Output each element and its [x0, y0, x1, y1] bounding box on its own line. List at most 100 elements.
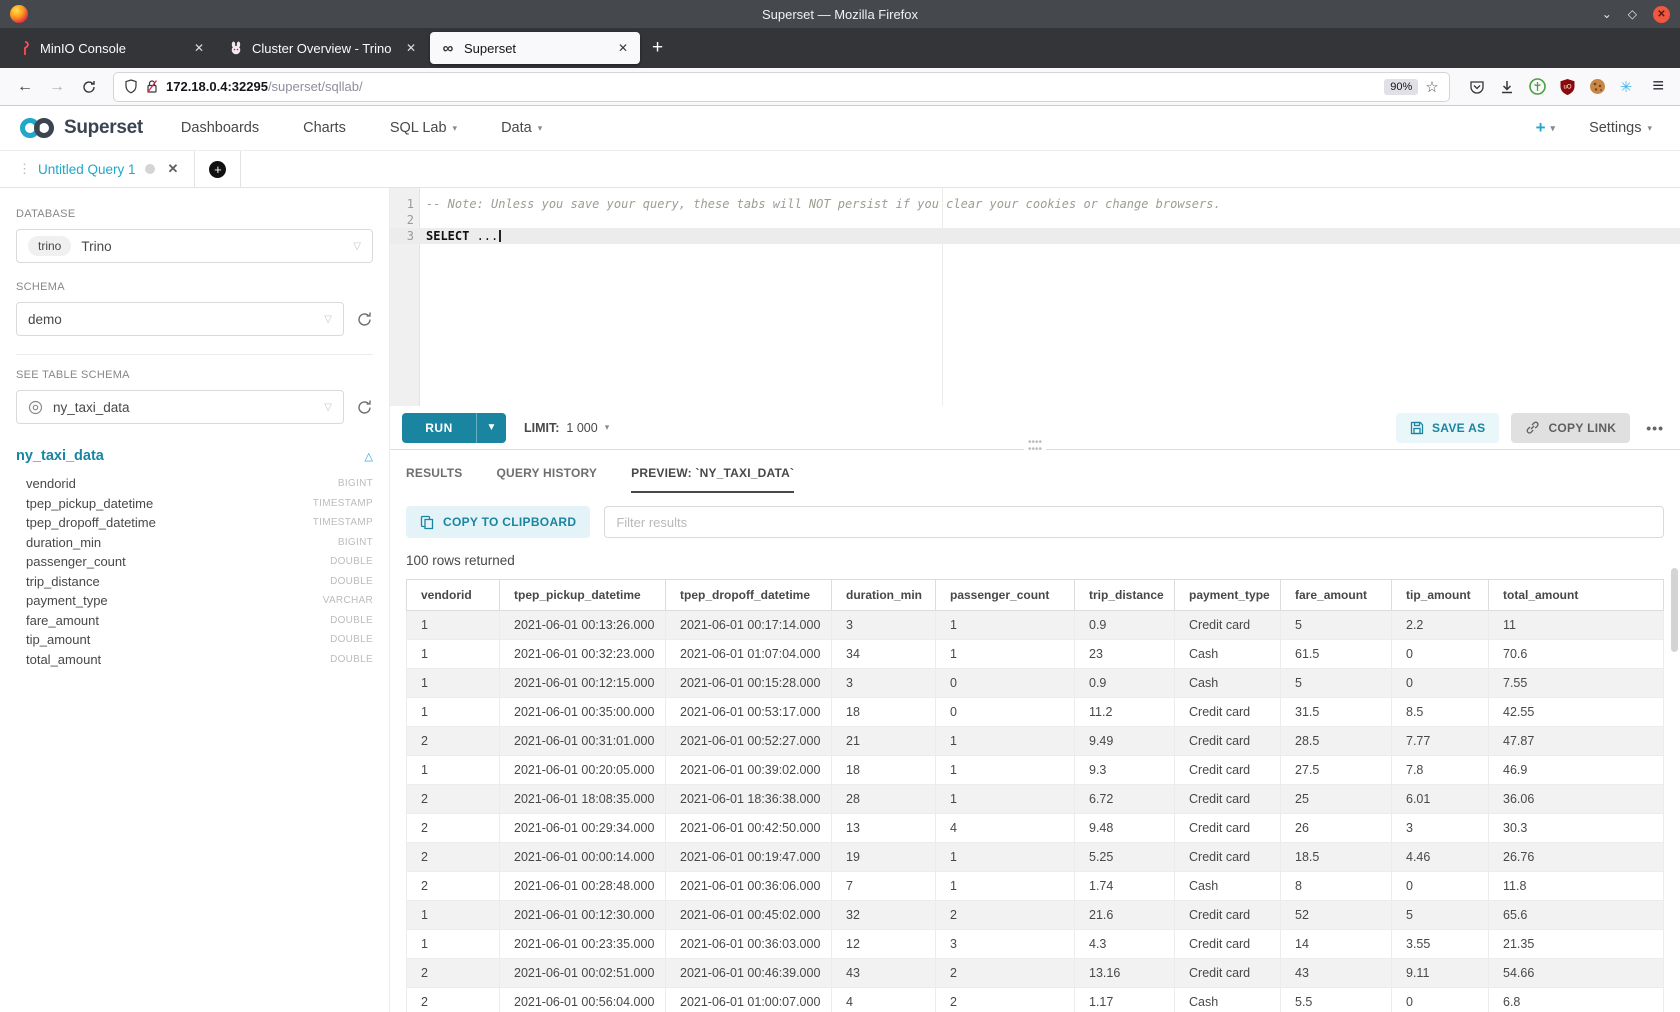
add-query-tab-button[interactable]: +: [195, 151, 241, 187]
table-row[interactable]: 22021-06-01 00:28:48.0002021-06-01 00:36…: [407, 872, 1664, 901]
scrollbar-thumb[interactable]: [1671, 568, 1678, 652]
table-row[interactable]: 12021-06-01 00:13:26.0002021-06-01 00:17…: [407, 611, 1664, 640]
run-button[interactable]: RUN ▼: [402, 413, 506, 443]
reload-button[interactable]: [74, 73, 104, 101]
more-options-icon[interactable]: •••: [1642, 420, 1668, 436]
results-tab-3[interactable]: PREVIEW: `NY_TAXI_DATA`: [631, 466, 794, 493]
results-tab-1[interactable]: RESULTS: [406, 466, 463, 493]
editor-line[interactable]: 2: [390, 212, 1680, 228]
column-header[interactable]: total_amount: [1489, 580, 1664, 611]
table-cell: 1: [407, 669, 500, 698]
schema-column-row[interactable]: vendoridBIGINT: [16, 474, 373, 494]
editor-line[interactable]: 3SELECT ...: [390, 228, 1680, 244]
downloads-icon[interactable]: [1499, 79, 1515, 95]
table-row[interactable]: 12021-06-01 00:20:05.0002021-06-01 00:39…: [407, 756, 1664, 785]
cookie-icon[interactable]: [1589, 78, 1606, 95]
resize-grip[interactable]: ••••••••: [1024, 439, 1046, 453]
window-maximize-icon[interactable]: ◇: [1628, 7, 1637, 21]
back-button[interactable]: ←: [10, 73, 40, 101]
drag-handle-icon[interactable]: ⋮: [18, 161, 29, 177]
refresh-schema-icon[interactable]: [356, 311, 373, 328]
browser-tab-1[interactable]: MinIO Console✕: [6, 32, 216, 64]
forward-button[interactable]: →: [42, 73, 72, 101]
schema-column-row[interactable]: duration_minBIGINT: [16, 533, 373, 553]
results-tab-2[interactable]: QUERY HISTORY: [497, 466, 598, 493]
table-row[interactable]: 22021-06-01 00:00:14.0002021-06-01 00:19…: [407, 843, 1664, 872]
schema-column-row[interactable]: tpep_pickup_datetimeTIMESTAMP: [16, 494, 373, 514]
asterisk-extension-icon[interactable]: ✳: [1620, 78, 1633, 96]
window-minimize-icon[interactable]: ⌄: [1602, 7, 1612, 21]
tab-close-icon[interactable]: ✕: [404, 41, 418, 55]
database-select[interactable]: trino Trino ▽: [16, 229, 373, 263]
pocket-icon[interactable]: [1469, 79, 1485, 95]
save-as-button[interactable]: SAVE AS: [1396, 413, 1499, 443]
settings-menu[interactable]: Settings▾: [1589, 120, 1652, 136]
table-row[interactable]: 22021-06-01 18:08:35.0002021-06-01 18:36…: [407, 785, 1664, 814]
page-zoom-badge[interactable]: 90%: [1384, 79, 1418, 95]
window-close-button[interactable]: ✕: [1653, 6, 1670, 23]
schema-column-row[interactable]: payment_typeVARCHAR: [16, 591, 373, 611]
browser-tab-2[interactable]: Cluster Overview - Trino✕: [218, 32, 428, 64]
url-bar[interactable]: 172.18.0.4:32295/superset/sqllab/ 90% ☆: [114, 73, 1449, 101]
url-text[interactable]: 172.18.0.4:32295/superset/sqllab/: [166, 79, 1377, 94]
nav-item-dashboards[interactable]: Dashboards: [181, 120, 259, 136]
column-header[interactable]: fare_amount: [1281, 580, 1392, 611]
table-row[interactable]: 12021-06-01 00:23:35.0002021-06-01 00:36…: [407, 930, 1664, 959]
table-name-heading[interactable]: ny_taxi_data △: [16, 448, 373, 464]
column-header[interactable]: payment_type: [1175, 580, 1281, 611]
table-row[interactable]: 22021-06-01 00:56:04.0002021-06-01 01:00…: [407, 988, 1664, 1012]
superset-logo[interactable]: Superset: [18, 116, 143, 140]
refresh-table-icon[interactable]: [356, 399, 373, 416]
table-row[interactable]: 22021-06-01 00:31:01.0002021-06-01 00:52…: [407, 727, 1664, 756]
table-row[interactable]: 22021-06-01 00:29:34.0002021-06-01 00:42…: [407, 814, 1664, 843]
schema-column-row[interactable]: passenger_countDOUBLE: [16, 552, 373, 572]
schema-select[interactable]: demo ▽: [16, 302, 344, 336]
new-item-button[interactable]: +▾: [1536, 118, 1555, 138]
editor-line[interactable]: 1-- Note: Unless you save your query, th…: [390, 196, 1680, 212]
ublock-shield-icon[interactable]: uO: [1560, 79, 1575, 95]
results-scrollbar[interactable]: [1671, 568, 1678, 1008]
tab-close-icon[interactable]: ✕: [192, 41, 206, 55]
tab-close-icon[interactable]: ✕: [616, 41, 630, 55]
nav-item-sql-lab[interactable]: SQL Lab▾: [390, 120, 457, 136]
column-header[interactable]: duration_min: [832, 580, 936, 611]
table-row[interactable]: 22021-06-01 00:02:51.0002021-06-01 00:46…: [407, 959, 1664, 988]
extension-green-icon[interactable]: [1529, 78, 1546, 95]
schema-column-row[interactable]: fare_amountDOUBLE: [16, 611, 373, 631]
browser-tab-3[interactable]: ∞Superset✕: [430, 32, 640, 64]
insecure-lock-icon[interactable]: [145, 79, 159, 94]
nav-item-charts[interactable]: Charts: [303, 120, 346, 136]
chevron-up-icon[interactable]: △: [365, 450, 373, 463]
table-cell: 2021-06-01 00:31:01.000: [500, 727, 666, 756]
copy-to-clipboard-button[interactable]: COPY TO CLIPBOARD: [406, 506, 590, 538]
schema-column-row[interactable]: tip_amountDOUBLE: [16, 630, 373, 650]
column-header[interactable]: tpep_pickup_datetime: [500, 580, 666, 611]
table-row[interactable]: 12021-06-01 00:12:30.0002021-06-01 00:45…: [407, 901, 1664, 930]
sql-editor[interactable]: 1-- Note: Unless you save your query, th…: [390, 188, 1680, 406]
schema-column-row[interactable]: total_amountDOUBLE: [16, 650, 373, 670]
copy-link-button[interactable]: COPY LINK: [1511, 413, 1630, 443]
column-header[interactable]: tpep_dropoff_datetime: [666, 580, 832, 611]
run-button-label[interactable]: RUN: [402, 413, 476, 443]
table-row[interactable]: 12021-06-01 00:35:00.0002021-06-01 00:53…: [407, 698, 1664, 727]
schema-column-row[interactable]: tpep_dropoff_datetimeTIMESTAMP: [16, 513, 373, 533]
nav-item-data[interactable]: Data▾: [501, 120, 542, 136]
run-options-chevron-icon[interactable]: ▼: [476, 413, 506, 443]
schema-column-row[interactable]: trip_distanceDOUBLE: [16, 572, 373, 592]
table-row[interactable]: 12021-06-01 00:12:15.0002021-06-01 00:15…: [407, 669, 1664, 698]
filter-results-input[interactable]: [604, 506, 1664, 538]
shield-icon[interactable]: [124, 79, 138, 94]
query-tab-title[interactable]: Untitled Query 1: [38, 162, 136, 177]
new-tab-button[interactable]: +: [652, 37, 663, 59]
menu-hamburger-icon[interactable]: ≡: [1644, 75, 1670, 98]
close-query-tab-icon[interactable]: ✕: [168, 161, 179, 177]
table-row[interactable]: 12021-06-01 00:32:23.0002021-06-01 01:07…: [407, 640, 1664, 669]
bookmark-star-icon[interactable]: ☆: [1425, 78, 1438, 96]
column-header[interactable]: vendorid: [407, 580, 500, 611]
query-tab[interactable]: ⋮ Untitled Query 1 ✕: [8, 151, 195, 187]
column-header[interactable]: trip_distance: [1075, 580, 1175, 611]
column-header[interactable]: passenger_count: [936, 580, 1075, 611]
column-header[interactable]: tip_amount: [1392, 580, 1489, 611]
table-schema-select[interactable]: ny_taxi_data ▽: [16, 390, 344, 424]
limit-dropdown[interactable]: LIMIT: 1 000 ▾: [524, 421, 609, 435]
